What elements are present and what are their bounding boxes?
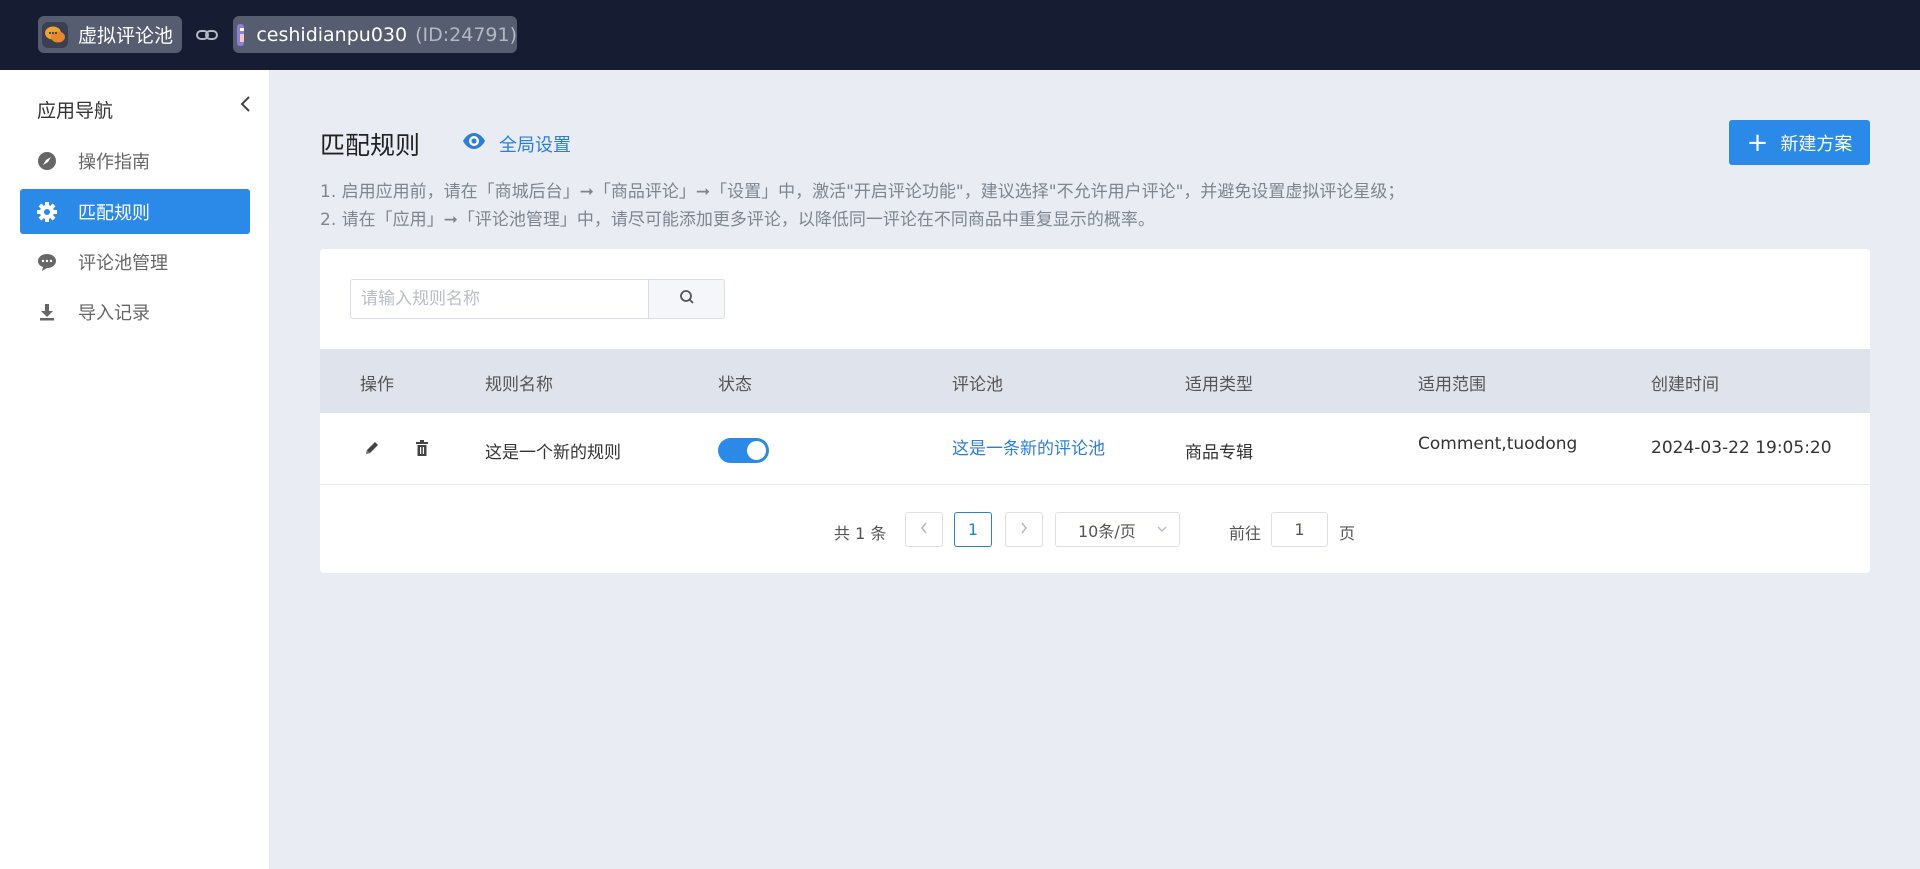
pagination-total: 共 1 条 bbox=[834, 524, 887, 543]
shop-id: (ID:24791) bbox=[415, 23, 517, 46]
search-button[interactable] bbox=[648, 279, 725, 319]
app-switcher[interactable]: 虚拟评论池 bbox=[38, 16, 182, 53]
status-toggle[interactable] bbox=[718, 438, 769, 463]
edit-icon[interactable] bbox=[361, 437, 383, 459]
sidebar-item-label: 导入记录 bbox=[78, 302, 150, 324]
page-title: 匹配规则 bbox=[320, 131, 421, 160]
rule-name-cell: 这是一个新的规则 bbox=[485, 443, 621, 463]
new-plan-label: 新建方案 bbox=[1780, 133, 1853, 155]
chevron-down-icon bbox=[1155, 521, 1169, 540]
shop-switcher[interactable]: ceshidianpu030 (ID:24791) bbox=[233, 16, 517, 53]
download-icon bbox=[36, 301, 58, 323]
col-type: 适用类型 bbox=[1185, 375, 1253, 395]
col-scope: 适用范围 bbox=[1418, 375, 1486, 395]
trash-icon[interactable] bbox=[411, 437, 433, 459]
tip-line-2: 2. 请在「应用」➞「评论池管理」中，请尽可能添加更多评论，以降低同一评论在不同… bbox=[320, 210, 1155, 230]
toggle-knob bbox=[747, 441, 766, 460]
shop-icon bbox=[237, 23, 245, 46]
gear-icon bbox=[36, 201, 58, 223]
sidebar-item-label: 评论池管理 bbox=[78, 252, 168, 274]
col-comment-pool: 评论池 bbox=[952, 375, 1003, 395]
eye-gear-icon bbox=[461, 130, 487, 157]
page-size-select[interactable]: 10条/页 bbox=[1055, 512, 1180, 547]
page-unit-label: 页 bbox=[1339, 524, 1356, 543]
search-icon bbox=[679, 289, 695, 310]
plus-icon: + bbox=[1746, 127, 1769, 158]
type-cell: 商品专辑 bbox=[1185, 443, 1253, 463]
rules-card: 操作 规则名称 状态 评论池 适用类型 适用范围 创建时间 这是一个新的规则 bbox=[320, 249, 1870, 573]
sidebar-title: 应用导航 bbox=[37, 100, 114, 122]
chevron-left-icon bbox=[919, 520, 929, 539]
sidebar-item-label: 匹配规则 bbox=[78, 202, 150, 224]
table-row: 这是一个新的规则 这是一条新的评论池 商品专辑 Comment,tuodong … bbox=[320, 413, 1870, 485]
app-name: 虚拟评论池 bbox=[78, 25, 174, 47]
sidebar-item-label: 操作指南 bbox=[78, 151, 150, 173]
link-icon bbox=[195, 24, 219, 46]
comment-pool-link[interactable]: 这是一条新的评论池 bbox=[952, 434, 1105, 459]
next-page-button[interactable] bbox=[1005, 512, 1043, 547]
created-cell: 2024-03-22 19:05:20 bbox=[1651, 438, 1832, 458]
sidebar-item-guide[interactable]: 操作指南 bbox=[20, 138, 250, 183]
chat-bubble-icon bbox=[36, 251, 58, 273]
pagination: 共 1 条 1 10条/页 前往 页 bbox=[320, 512, 1870, 548]
sidebar: 应用导航 操作指南 匹配规则 评论池管理 导入记录 bbox=[0, 70, 270, 869]
compass-icon bbox=[36, 150, 58, 172]
top-bar: 虚拟评论池 ceshidianpu030 (ID:24791) bbox=[0, 0, 1920, 70]
global-settings-label: 全局设置 bbox=[499, 134, 571, 156]
col-actions: 操作 bbox=[360, 375, 394, 395]
chevron-left-icon[interactable] bbox=[238, 94, 254, 114]
scope-cell: Comment,tuodong bbox=[1418, 434, 1578, 454]
goto-page-input[interactable] bbox=[1271, 512, 1328, 547]
prev-page-button[interactable] bbox=[905, 512, 943, 547]
tip-line-1: 1. 启用应用前，请在「商城后台」➞「商品评论」➞「设置」中，激活"开启评论功能… bbox=[320, 182, 1405, 202]
page-1-button[interactable]: 1 bbox=[954, 512, 992, 547]
global-settings-link[interactable]: 全局设置 bbox=[461, 130, 571, 157]
col-status: 状态 bbox=[718, 375, 752, 395]
sidebar-item-import-log[interactable]: 导入记录 bbox=[20, 289, 250, 334]
col-rule-name: 规则名称 bbox=[485, 375, 553, 395]
chat-bubbles-icon bbox=[42, 21, 68, 48]
goto-label: 前往 bbox=[1229, 524, 1262, 543]
shop-name: ceshidianpu030 bbox=[256, 23, 408, 46]
table-header: 操作 规则名称 状态 评论池 适用类型 适用范围 创建时间 bbox=[320, 349, 1870, 413]
new-plan-button[interactable]: + 新建方案 bbox=[1729, 120, 1870, 165]
page-size-value: 10条/页 bbox=[1078, 521, 1136, 541]
sidebar-item-rules[interactable]: 匹配规则 bbox=[20, 189, 250, 234]
chevron-right-icon bbox=[1019, 520, 1029, 539]
rule-name-search-input[interactable] bbox=[350, 279, 649, 319]
sidebar-item-comment-pool[interactable]: 评论池管理 bbox=[20, 239, 250, 284]
col-created: 创建时间 bbox=[1651, 375, 1719, 395]
